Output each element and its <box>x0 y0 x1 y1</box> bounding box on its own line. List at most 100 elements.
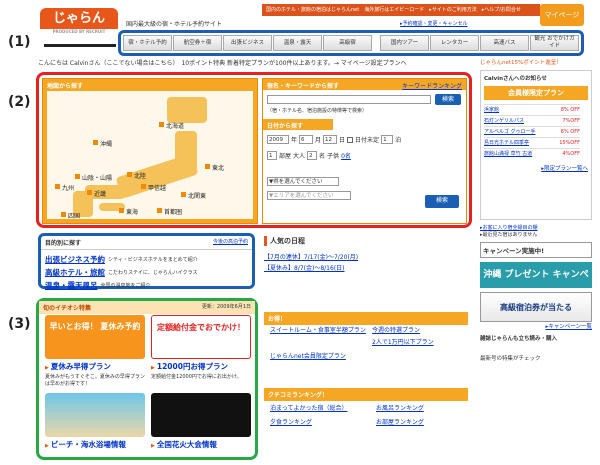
nav-onsen[interactable]: 温泉・露天 <box>273 35 322 51</box>
okinawa-banner[interactable]: 沖縄 プレゼント キャンペーン <box>480 262 592 306</box>
ranking-link[interactable]: お風呂ランキング <box>376 404 424 414</box>
date-undecided-checkbox[interactable] <box>347 136 354 143</box>
adults-unit: 名 <box>319 153 326 160</box>
month-select[interactable]: 6 <box>299 135 314 144</box>
deal-row[interactable]: 石灯ンゲリルパス 7%OFF <box>484 115 580 125</box>
nav-hotel[interactable]: 宿・ホテル予約 <box>123 35 172 51</box>
deal-name[interactable]: 浜家館 <box>484 105 499 114</box>
top-links-bar[interactable]: 国内のホテル・旅館の宿泊はじゃらんnet 海外旅行はエイビーロード ▸サイトのご… <box>262 4 540 16</box>
greeting: こんにちは Calvinさん（ここでない場合はこちら） 10ポイント特典 新着特… <box>38 60 407 67</box>
date-header: 日付から探す <box>263 119 333 130</box>
summer-banner[interactable]: 早いとお得！ 夏休み予約 <box>45 315 145 359</box>
deal-name[interactable]: 旅館山満禄 草竹 古道 <box>484 149 532 158</box>
deals-panel: お得！ スイートルーム・食事室半額プラン 今週の特選プラン じゃらんnet会員限… <box>264 312 468 360</box>
area-select[interactable]: ▼エリアを選んでください <box>267 191 351 200</box>
nights-select[interactable]: 1 <box>381 135 394 144</box>
region-tokai[interactable]: 東海 <box>119 207 138 216</box>
deal-name[interactable]: 島日光ホテル四季亭 <box>484 138 529 147</box>
keyword-input[interactable] <box>267 95 431 104</box>
date-search-button[interactable]: 検索 <box>425 195 459 208</box>
purpose-highlight: 目的別に探す 今後の高泊予約 出張ビジネス予約 シティ・ビジネスホテルをまとめて紹介… <box>38 233 255 291</box>
deal-link[interactable]: 今週の特選プラン <box>372 326 420 336</box>
region-tohoku[interactable]: 東北 <box>205 163 224 172</box>
purpose-luxury-link[interactable]: 高級ホテル・旅館 <box>45 267 105 278</box>
ranking-link[interactable]: お部屋ランキング <box>376 418 424 428</box>
deal-discount: 15%OFF <box>559 140 580 146</box>
region-shikoku[interactable]: 四国 <box>61 211 80 220</box>
purpose-onsen-link[interactable]: 温泉・露天風呂 <box>45 280 98 291</box>
region-hokuriku[interactable]: 北陸 <box>127 171 146 180</box>
ranking-link[interactable]: 夕食ランキング <box>270 418 312 428</box>
nav-bus[interactable]: 高速バス <box>480 35 529 51</box>
magazine-sub[interactable]: 最新号の特集がチェック <box>480 354 592 362</box>
deal-row[interactable]: 島日光ホテル四季亭 15%OFF <box>484 137 580 147</box>
fireworks-image[interactable] <box>151 393 251 437</box>
child-link[interactable]: 0名 <box>341 151 351 160</box>
favorites-link[interactable]: ▸お客に入り宿全録目の棚 <box>480 224 592 231</box>
features-updated: 更新：2009年6月1日 <box>201 304 251 310</box>
purpose-business-link[interactable]: 出張ビジネス予約 <box>45 254 105 265</box>
ranking-header: クチコミランキング！ <box>264 388 468 401</box>
date-row: 2009 年 6月 12 日 日付未定 1泊 <box>267 135 401 144</box>
beach-info-link[interactable]: ビーチ・海水浴場情報 <box>45 439 126 450</box>
magazine-header: 雑誌じゃらんも立ち読み・購入 <box>480 336 558 342</box>
adults-select[interactable]: 2 <box>307 151 318 160</box>
rooms-select[interactable]: 1 <box>267 151 277 160</box>
popular-date-link[interactable]: 【7月の連休】7/17(金)〜7/20(月) <box>264 252 468 261</box>
region-koshinetsu[interactable]: 甲信越 <box>141 183 166 192</box>
region-kitakanto[interactable]: 北関東 <box>181 191 206 200</box>
campaign-list-link[interactable]: ▸キャンペーン一覧 <box>480 322 593 330</box>
purpose-header-label: 目的別に探す <box>45 240 82 247</box>
region-shutoken[interactable]: 首都圏 <box>157 207 182 216</box>
ranking-link[interactable]: 泊まってよかった宿（総合） <box>270 404 347 414</box>
deal-link[interactable]: じゃらんnet会員限定プラン <box>270 352 346 362</box>
deals-header: お得！ <box>264 312 468 325</box>
beach-image[interactable] <box>45 393 145 437</box>
keyword-header: 宿名・キーワードから探す キーワードランキング <box>263 79 466 90</box>
summer-plan-link[interactable]: 夏休み早得プラン <box>45 361 111 372</box>
global-nav: 宿・ホテル予約 航空券＋宿 出張ビジネス 温泉・露天 高級宿 国内ツアー レンタ… <box>118 30 584 56</box>
callout-1-line <box>44 44 116 47</box>
prefecture-select[interactable]: ▼県を選んでください <box>267 177 339 186</box>
region-kyushu[interactable]: 九州 <box>55 183 74 192</box>
fireworks-info-link[interactable]: 全国花火大会情報 <box>151 439 217 450</box>
region-okinawa[interactable]: 沖縄 <box>93 139 112 148</box>
limited-plan-link[interactable]: ▸限定プラン一覧へ <box>484 164 588 172</box>
deal-name[interactable]: アルベルゴ グゥロー手 <box>484 127 535 136</box>
deal-name[interactable]: 石灯ンゲリルパス <box>484 116 524 125</box>
callout-2: (2) <box>8 94 31 110</box>
reservation-links[interactable]: ▸予約確認・変更・キャンセル <box>400 20 468 27</box>
kyufukin-banner[interactable]: 定額給付金でおでかけ！ <box>151 315 251 359</box>
deal-row[interactable]: アルベルゴ グゥロー手 6% OFF <box>484 126 580 136</box>
nav-luxury[interactable]: 高級宿 <box>323 35 372 51</box>
deal-link[interactable]: スイートルーム・食事室半額プラン <box>270 326 366 336</box>
nav-guide[interactable]: 観光 おでかけガイド <box>530 35 579 51</box>
purpose-desc: シティ・ビジネスホテルをまとめて紹介 <box>108 257 198 263</box>
member-box: Calvinさんへのお知らせ 会員様限定プラン 浜家館 8% OFF 石灯ンゲリル… <box>480 70 592 220</box>
day-select[interactable]: 12 <box>323 135 338 144</box>
kyufukin-plan-link[interactable]: 12000円お得プラン <box>151 361 228 372</box>
purpose-header-link[interactable]: 今後の高泊予約 <box>213 238 248 245</box>
adults-label: 大人 <box>293 153 306 160</box>
nav-rentacar[interactable]: レンタカー <box>430 35 479 51</box>
deal-row[interactable]: 旅館山満禄 草竹 古道 4%OFF <box>484 148 580 158</box>
yado-banner[interactable]: 高級宿泊券が当たる <box>480 292 592 322</box>
popular-date-link[interactable]: 【夏休み】8/7(金)〜8/16(日) <box>264 263 468 272</box>
region-sanin-sanyo[interactable]: 山陰・山陽 <box>75 173 112 182</box>
region-kinki[interactable]: 近畿 <box>87 189 106 198</box>
jalan-logo[interactable]: じゃらん PRODUCED BY RECRUIT <box>40 8 118 35</box>
deal-discount: 6% OFF <box>560 129 580 135</box>
nav-business[interactable]: 出張ビジネス <box>223 35 272 51</box>
deal-link[interactable]: 2人で1万円以下プラン <box>372 338 434 348</box>
nav-air-hotel[interactable]: 航空券＋宿 <box>173 35 222 51</box>
nav-tour[interactable]: 国内ツアー <box>380 35 429 51</box>
mypage-button[interactable]: マイページ <box>540 4 584 26</box>
region-hokkaido[interactable]: 北海道 <box>159 121 184 130</box>
year-select[interactable]: 2009 <box>267 135 289 144</box>
deal-row[interactable]: 浜家館 8% OFF <box>484 104 580 114</box>
keyword-hint: （宿・ホテル名、宿泊施設の特徴等で検索） <box>267 108 368 114</box>
points-banner[interactable]: じゃらんnet15%ポイント進呈！ <box>480 58 592 66</box>
keyword-search-button[interactable]: 検索 <box>435 94 461 105</box>
summer-banner-text: 早いとお得！ 夏休み予約 <box>49 322 141 331</box>
keyword-ranking-link[interactable]: キーワードランキング <box>402 81 462 90</box>
